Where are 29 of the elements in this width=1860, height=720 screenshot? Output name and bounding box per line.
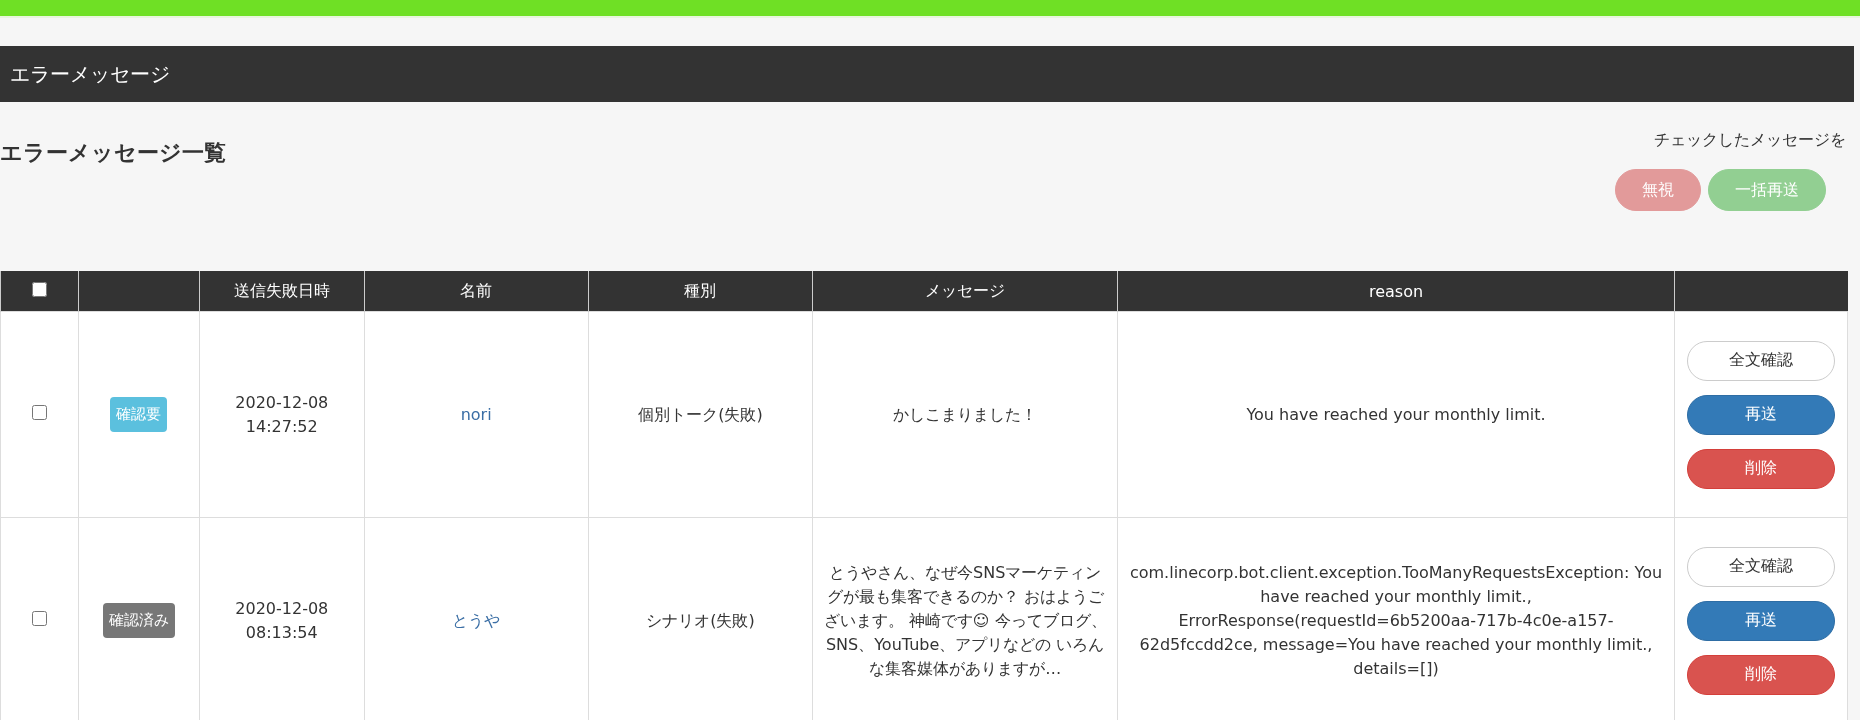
date-cell: 2020-12-08 08:13:54: [235, 598, 329, 642]
row-checkbox[interactable]: [31, 610, 47, 626]
name-link[interactable]: とうや: [452, 610, 501, 630]
column-header: 種別: [684, 280, 717, 300]
column-header: reason: [1368, 281, 1424, 301]
type-cell: シナリオ(失敗): [646, 610, 755, 630]
view-full-button[interactable]: 全文確認: [1687, 546, 1835, 587]
status-badge: 確認要: [110, 397, 168, 432]
resend-button[interactable]: 再送: [1687, 600, 1835, 641]
type-cell: 個別トーク(失敗): [638, 404, 763, 424]
bulk-action-label: チェックしたメッセージを: [1654, 130, 1846, 151]
resend-button[interactable]: 再送: [1687, 394, 1835, 435]
column-header: 名前: [460, 280, 493, 300]
delete-button[interactable]: 削除: [1687, 654, 1835, 695]
column-header: 送信失敗日時: [233, 280, 330, 300]
select-all-checkbox[interactable]: [31, 281, 47, 297]
delete-button[interactable]: 削除: [1687, 448, 1835, 489]
row-checkbox[interactable]: [31, 404, 47, 420]
header-bar: エラーメッセージ: [0, 46, 1854, 102]
reason-cell: You have reached your monthly limit.: [1246, 404, 1546, 424]
status-badge: 確認済み: [102, 603, 175, 638]
message-cell: かしこまりました！: [893, 404, 1038, 424]
reason-cell: com.linecorp.bot.client.exception.TooManyRequestsException: You have reached your monthly limit., ErrorResponse(requestId=6b5200aa-717b-4c0e-a157-62d5fccdd2ce, message=You have reached your monthly limit., details=[]): [1129, 562, 1663, 678]
date-cell: 2020-12-08 14:27:52: [235, 392, 329, 436]
column-header: メッセージ: [925, 280, 1006, 300]
message-cell: とうやさん、なぜ今SNSマーケティングが最も集客できるのか？ おはようございます。 神崎です☺ 今ってブログ、SNS、YouTube、アプリなどの いろんな集客媒体がありますが…: [823, 562, 1107, 678]
view-full-button[interactable]: 全文確認: [1687, 340, 1835, 381]
page-title: エラーメッセージ一覧: [0, 139, 226, 167]
name-link[interactable]: nori: [460, 404, 492, 424]
